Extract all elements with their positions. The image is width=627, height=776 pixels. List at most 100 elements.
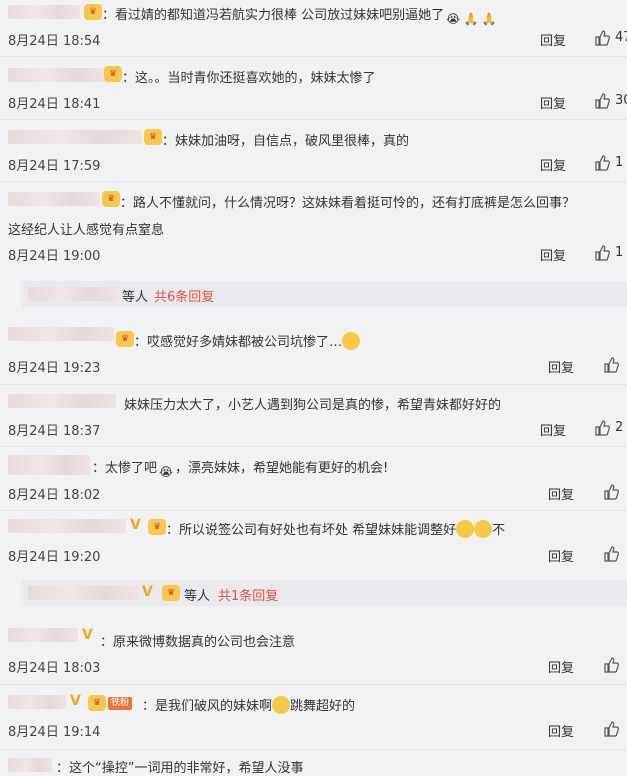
avatar-username[interactable] [8,628,78,642]
crown-badge-icon: ♛ [148,519,166,535]
comment-text: ：看过婧的都知道冯若航实力很棒 公司放过妹妹吧别逼她了 😭 🙏 🙏 [102,8,497,26]
reply-button[interactable]: 回复 [548,721,574,740]
crown-badge-icon: ♛ [144,129,162,145]
comment-text: ：这个“操控”一词用的非常好，希望人没事 [56,761,304,776]
more-replies-who: 等人 [122,290,149,305]
comment: ♛ ：路人不懂就问，什么情况呀？这妹妹看着挺可怜的，还有打底裤是怎么回事？ 这经… [0,187,627,267]
avatar-username [28,287,118,301]
thumbs-up-icon[interactable] [594,155,610,171]
comment-text: ：妹妹加油呀，自信点，破风里很棒，真的 [162,134,410,149]
thumbs-up-icon[interactable] [603,484,619,500]
avatar-username[interactable] [8,5,80,19]
avatar-username[interactable] [8,394,116,408]
comment-time: 8月24日 19:23 [8,361,101,376]
divider [0,510,627,511]
comment-text: ：所以说签公司有好处也有坏处 希望妹妹能调整好不 [166,519,505,538]
comment: V ：原来微博数据真的公司也会注意 8月24日 18:03 回复 [0,622,627,678]
reply-button[interactable]: 回复 [548,546,574,565]
divider [0,684,627,685]
comment-time: 8月24日 18:03 [8,661,101,676]
thumbs-up-icon[interactable] [594,420,610,436]
comment-time: 8月24日 18:02 [8,488,101,503]
comment-text: ：这。。当时青你还挺喜欢她的，妹妹太惨了 [122,71,376,86]
comment: ：这个“操控”一词用的非常好，希望人没事 [0,754,627,776]
thumbs-up-icon[interactable] [594,245,610,261]
more-replies-count[interactable]: 共1条回复 [218,585,278,604]
avatar-username[interactable] [8,519,126,533]
comment-text: ：原来微博数据真的公司也会注意 [100,635,296,650]
comment-time: 8月24日 17:59 [8,159,101,174]
crown-badge-icon: ♛ [116,331,134,347]
crown-badge-icon: ♛ [102,191,120,207]
crown-badge-icon: ♛ [84,4,102,20]
avatar-username[interactable] [8,695,66,709]
thumbs-up-icon[interactable] [594,30,610,46]
more-replies-count[interactable]: 共6条回复 [154,286,214,305]
vip-badge-icon: V [130,517,141,533]
more-replies-bar[interactable]: 等人 共6条回复 [22,281,627,307]
comment: ♛ ：妹妹加油呀，自信点，破风里很棒，真的 8月24日 17:59 回复 1 [0,125,627,183]
like-count: 30 [615,93,627,108]
reply-button[interactable]: 回复 [540,30,566,49]
comment: ♛ ：看过婧的都知道冯若航实力很棒 公司放过妹妹吧别逼她了 😭 🙏 🙏 8月24日 1… [0,0,627,50]
thumbs-up-icon[interactable] [594,93,610,109]
like-count: 1 [615,245,624,260]
reply-button[interactable]: 回复 [548,657,574,676]
comment-text: ：哎感觉好多婧妹都被公司坑惨了… [134,331,361,350]
comment-time: 8月24日 19:00 [8,249,101,264]
more-replies-who: 等人 [184,589,211,604]
avatar-username [28,586,138,600]
reply-button[interactable]: 回复 [540,93,566,112]
like-count: 47 [615,30,627,45]
avatar-username[interactable] [8,327,114,341]
comment: V ♛ 铁粉 ：是我们破风的妹妹啊 跳舞超好的 8月24日 19:14 回复 [0,690,627,746]
reply-button[interactable]: 回复 [548,484,574,503]
avatar-username[interactable] [8,758,52,772]
cry-emoji-icon: 😭 [446,12,461,26]
crown-badge-icon: ♛ [162,585,180,601]
reply-button[interactable]: 回复 [540,245,566,264]
thumbs-up-icon[interactable] [603,546,619,562]
comment-text: ：太惨了吧 😭 ，漂亮妹妹，希望她能有更好的机会! [92,461,389,479]
comment-text: ：路人不懂就问，什么情况呀？这妹妹看着挺可怜的，还有打底裤是怎么回事？ [120,196,576,211]
pray-emoji-icon: 🙏 [481,12,497,26]
thumbs-up-icon[interactable] [603,721,619,737]
divider [0,446,627,447]
avatar-username[interactable] [8,130,142,144]
reply-button[interactable]: 回复 [548,357,574,376]
cry-emoji-icon: 😭 [159,465,174,479]
comment-time: 8月24日 18:41 [8,97,101,112]
thumbs-up-icon[interactable] [603,657,619,673]
vip-badge-icon: V [82,627,93,643]
divider [0,56,627,57]
pray-emoji-icon: 🙏 [463,12,479,26]
comment: 妹妹压力太大了，小艺人遇到狗公司是真的惨，希望青妹都好好的 8月24日 18:3… [0,390,627,446]
avatar-username[interactable] [8,455,90,475]
shy-emoji-icon [272,696,291,714]
sweat-emoji-icon [342,332,361,350]
comment-time: 8月24日 18:37 [8,424,101,439]
comment-text: 妹妹压力太大了，小艺人遇到狗公司是真的惨，希望青妹都好好的 [124,398,502,413]
avatar-username[interactable] [8,192,100,206]
comment-time: 8月24日 19:20 [8,550,101,565]
comment-time: 8月24日 19:14 [8,725,101,740]
vip-badge-icon: V [142,584,153,600]
like-count: 2 [615,420,624,435]
crown-badge-icon: ♛ [104,66,122,82]
thumbs-up-icon[interactable] [603,357,619,373]
divider [0,119,627,120]
comment: V ♛ ：所以说签公司有好处也有坏处 希望妹妹能调整好不 8月24日 19:20… [0,514,627,570]
comment: ♛ ：这。。当时青你还挺喜欢她的，妹妹太惨了 8月24日 18:41 回复 30 [0,62,627,120]
comment-time: 8月24日 18:54 [8,34,101,49]
reply-button[interactable]: 回复 [540,420,566,439]
comment-text-continued: 这经纪人让人感觉有点窒息 [8,223,165,238]
crown-badge-icon: ♛ [88,695,106,711]
comment-text: ：是我们破风的妹妹啊 跳舞超好的 [142,695,355,714]
comment: ：太惨了吧 😭 ，漂亮妹妹，希望她能有更好的机会! 8月24日 18:02 回复 [0,452,627,508]
avatar-username[interactable] [8,68,106,82]
like-count: 1 [615,155,624,170]
reply-button[interactable]: 回复 [540,155,566,174]
more-replies-bar[interactable]: V ♛ 等人 共1条回复 [22,580,627,606]
fan-badge: 铁粉 [108,697,133,710]
hug-emoji-icon [456,520,475,538]
